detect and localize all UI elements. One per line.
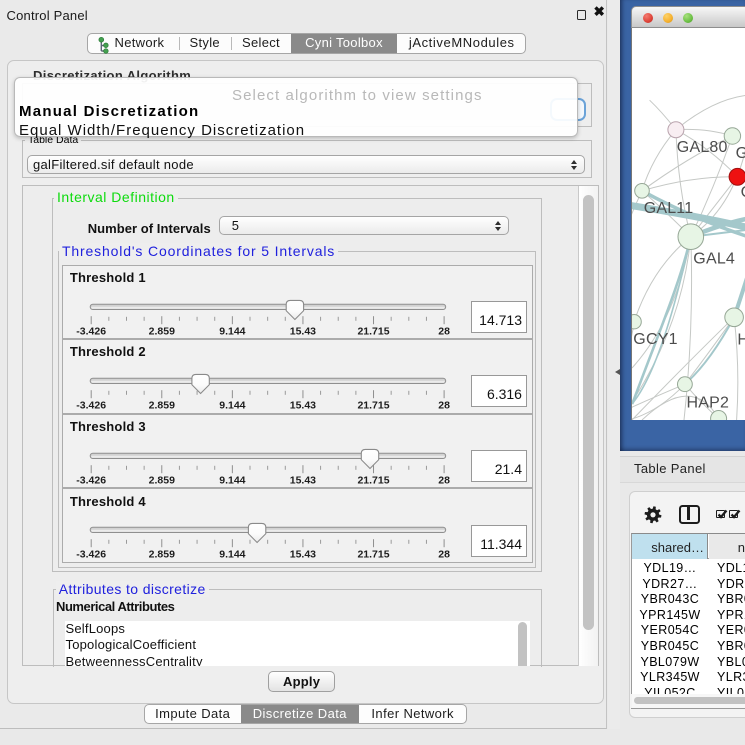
svg-text:GAL11: GAL11 <box>644 200 694 217</box>
svg-text:-3.426: -3.426 <box>77 400 107 412</box>
svg-text:C: C <box>741 184 745 201</box>
svg-text:28: 28 <box>439 400 451 412</box>
svg-text:15.43: 15.43 <box>290 549 316 561</box>
svg-text:21.715: 21.715 <box>358 549 390 561</box>
svg-text:28: 28 <box>439 325 451 337</box>
svg-text:15.43: 15.43 <box>290 400 316 412</box>
svg-text:GAL80: GAL80 <box>677 139 728 156</box>
svg-text:GCY1: GCY1 <box>634 331 678 348</box>
svg-text:21.715: 21.715 <box>358 400 390 412</box>
svg-text:9.144: 9.144 <box>220 549 246 561</box>
svg-text:9.144: 9.144 <box>220 400 246 412</box>
svg-text:15.43: 15.43 <box>290 325 316 337</box>
svg-text:GA: GA <box>736 145 745 162</box>
svg-text:15.43: 15.43 <box>290 474 316 486</box>
svg-text:9.144: 9.144 <box>220 325 246 337</box>
svg-text:21.715: 21.715 <box>358 474 390 486</box>
svg-text:2.859: 2.859 <box>149 400 175 412</box>
svg-text:28: 28 <box>439 549 451 561</box>
svg-text:2.859: 2.859 <box>149 325 175 337</box>
svg-text:2.859: 2.859 <box>149 549 175 561</box>
svg-text:-3.426: -3.426 <box>77 549 107 561</box>
svg-text:21.715: 21.715 <box>358 325 390 337</box>
svg-text:GAL4: GAL4 <box>694 250 736 267</box>
svg-text:-3.426: -3.426 <box>77 474 107 486</box>
svg-text:9.144: 9.144 <box>220 474 246 486</box>
svg-text:HAP2: HAP2 <box>687 394 730 411</box>
svg-text:H: H <box>738 331 745 348</box>
svg-text:28: 28 <box>439 474 451 486</box>
svg-text:-3.426: -3.426 <box>77 325 107 337</box>
svg-text:2.859: 2.859 <box>149 474 175 486</box>
